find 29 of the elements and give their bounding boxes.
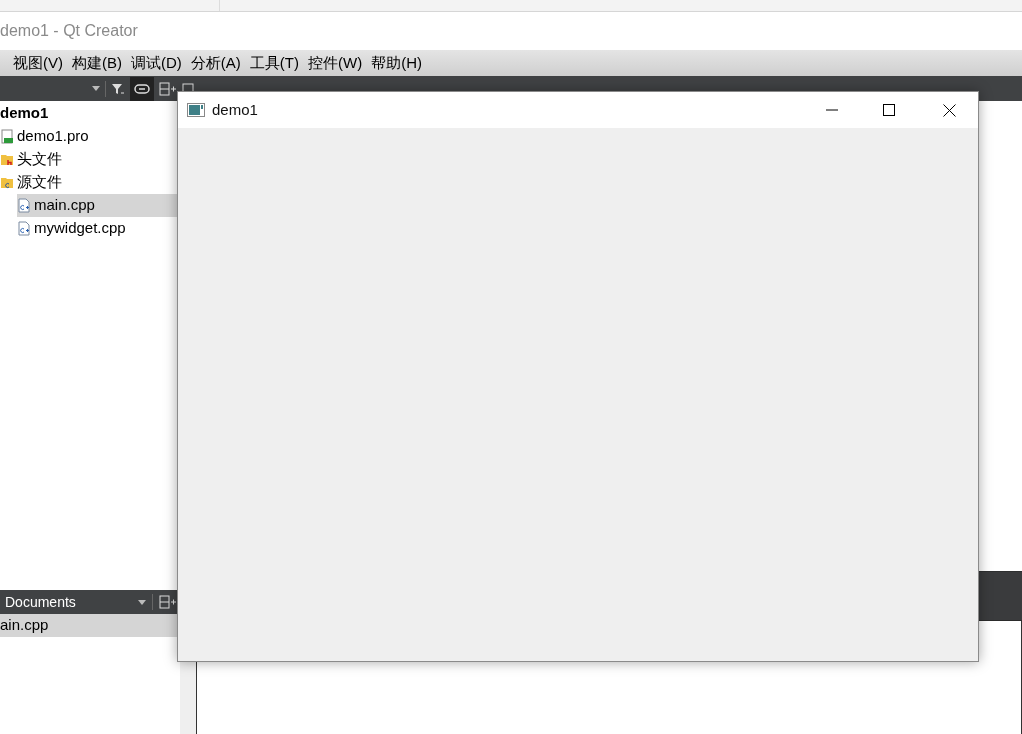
file-icon <box>17 198 31 213</box>
window-title: demo1 <box>212 99 258 120</box>
menu-item[interactable]: 视图(V) <box>9 51 67 75</box>
folder-icon <box>0 152 14 167</box>
menu-item[interactable]: 工具(T) <box>245 51 303 75</box>
document-item[interactable]: ain.cpp <box>0 614 180 637</box>
split-icon[interactable] <box>159 81 177 96</box>
tree-item[interactable]: demo1.pro <box>0 125 180 148</box>
menu-item[interactable]: 构建(B) <box>68 51 126 75</box>
tree-item[interactable]: 源文件 <box>0 171 180 194</box>
file-icon <box>17 221 31 236</box>
menu-item[interactable]: 调试(D) <box>127 51 186 75</box>
menu-item[interactable]: 控件(W) <box>304 51 367 75</box>
app-icon <box>187 103 205 117</box>
link-icon[interactable] <box>130 76 154 101</box>
tree-item[interactable]: mywidget.cpp <box>17 217 180 240</box>
split-icon[interactable] <box>159 595 177 609</box>
menu-item[interactable]: 帮助(H) <box>367 51 426 75</box>
tree-item[interactable]: 头文件 <box>0 148 180 171</box>
dropdown-icon[interactable] <box>92 86 100 91</box>
folder-icon <box>0 175 14 190</box>
panel-title: Documents <box>5 592 77 612</box>
tree-item[interactable]: main.cpp <box>17 194 180 217</box>
menu-item[interactable]: 分析(A) <box>186 51 245 75</box>
maximize-icon[interactable] <box>883 104 895 116</box>
window-title: demo1 - Qt Creator <box>0 23 138 39</box>
filter-icon[interactable] <box>111 81 125 96</box>
dropdown-icon[interactable] <box>138 599 146 605</box>
tree-item[interactable]: demo1 <box>0 102 180 125</box>
